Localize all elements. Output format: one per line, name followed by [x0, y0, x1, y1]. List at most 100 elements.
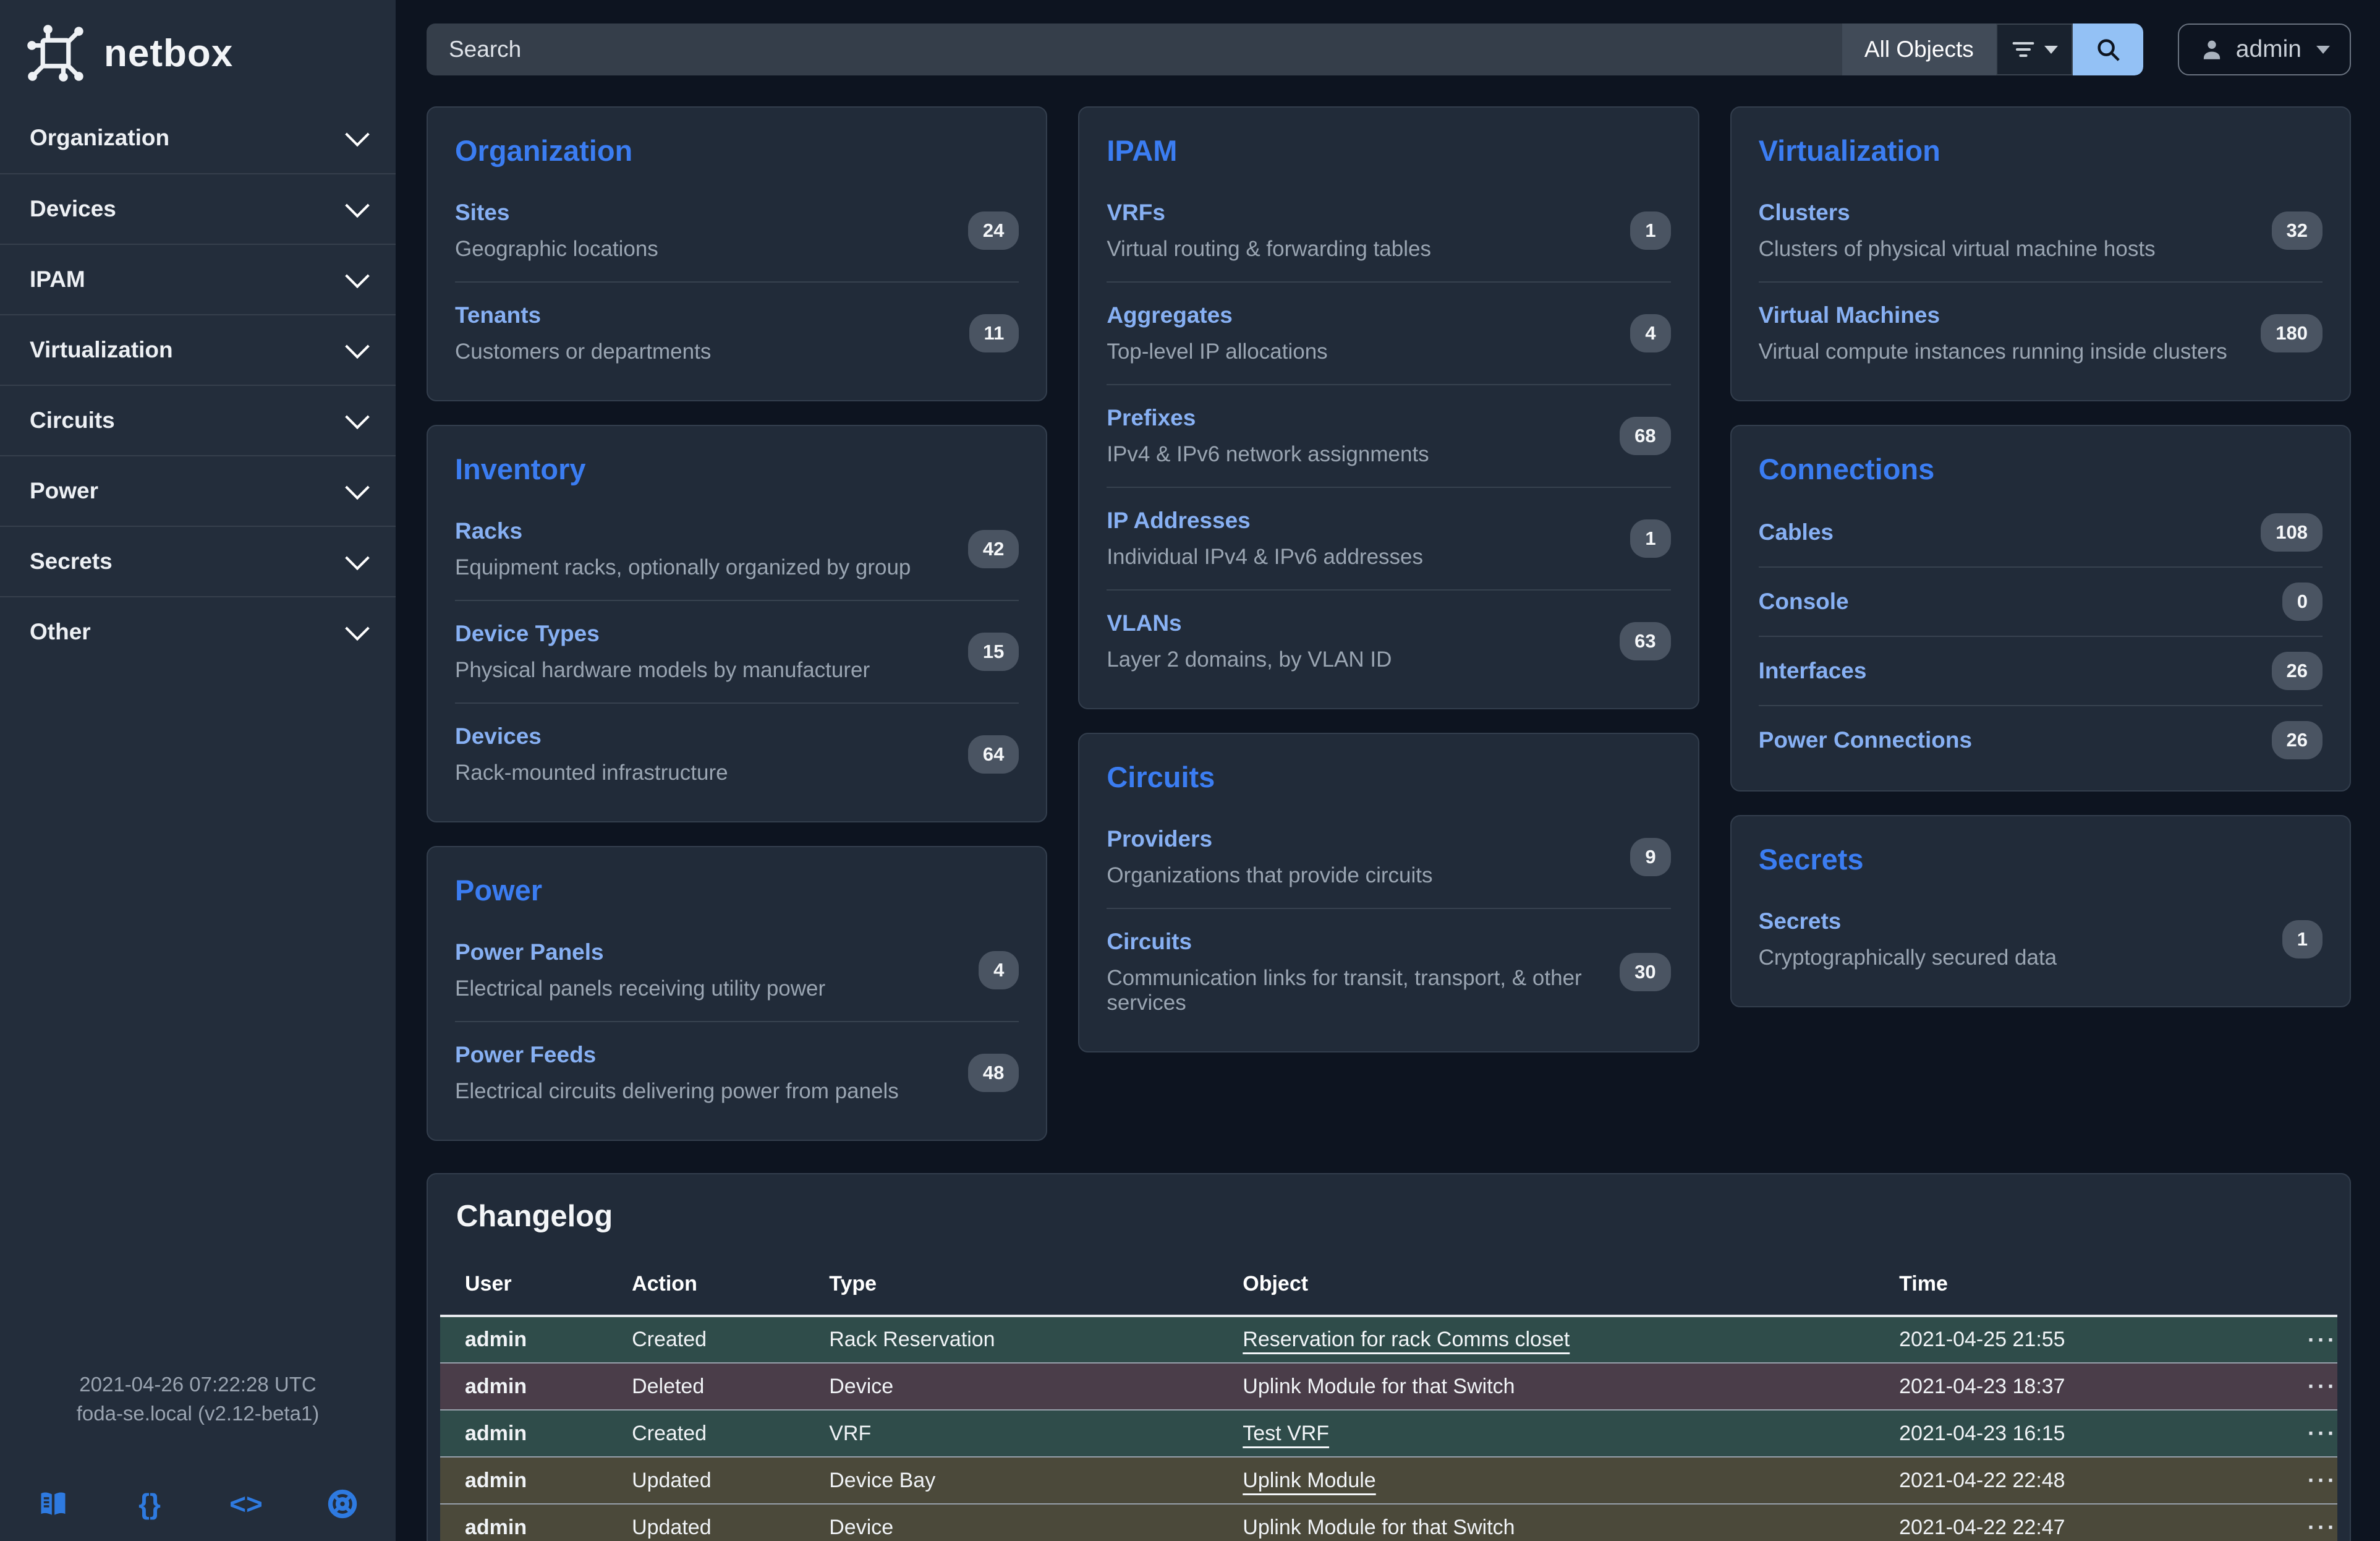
object-type-link[interactable]: Sites	[455, 200, 509, 226]
user-menu-button[interactable]: admin	[2178, 23, 2351, 75]
card-title: Inventory	[455, 452, 1019, 486]
changelog-object: Test VRF	[1218, 1410, 1874, 1457]
changelog-object: Reservation for rack Comms closet	[1218, 1316, 1874, 1363]
changelog-column-header: Object	[1218, 1263, 1874, 1316]
changelog-object-link[interactable]: Uplink Module	[1243, 1469, 1375, 1492]
row-context-menu-button[interactable]: ···	[2308, 1467, 2337, 1493]
card-item-tenants: TenantsCustomers or departments11	[455, 281, 1019, 384]
changelog-row: adminDeletedDeviceUplink Module for that…	[440, 1363, 2337, 1410]
row-context-menu-button[interactable]: ···	[2308, 1514, 2337, 1540]
object-type-link[interactable]: Device Types	[455, 621, 600, 647]
sidebar-item-virtualization[interactable]: Virtualization	[0, 314, 396, 385]
search-filter-button[interactable]	[1996, 23, 2073, 75]
object-type-link[interactable]: Racks	[455, 518, 522, 544]
changelog-header-row: UserActionTypeObjectTime	[440, 1263, 2337, 1316]
docs-book-icon[interactable]	[35, 1485, 72, 1522]
count-badge: 4	[979, 951, 1019, 989]
sidebar-item-label: Other	[30, 619, 91, 645]
footer-icons: {} <>	[25, 1485, 371, 1522]
changelog-object-link[interactable]: Reservation for rack Comms closet	[1243, 1328, 1570, 1351]
object-type-link[interactable]: Interfaces	[1759, 658, 1867, 684]
card-item-text: Power PanelsElectrical panels receiving …	[455, 939, 825, 1001]
object-type-link[interactable]: IP Addresses	[1107, 508, 1250, 534]
count-badge: 42	[968, 530, 1019, 568]
card-item-sites: SitesGeographic locations24	[455, 180, 1019, 281]
sidebar-item-devices[interactable]: Devices	[0, 173, 396, 244]
help-lifebuoy-icon[interactable]	[324, 1485, 361, 1522]
changelog-column-header	[2220, 1263, 2337, 1316]
sidebar-item-power[interactable]: Power	[0, 455, 396, 526]
changelog-type: Device	[804, 1504, 1218, 1541]
object-type-link[interactable]: Power Feeds	[455, 1042, 596, 1068]
row-context-menu-button[interactable]: ···	[2308, 1420, 2337, 1446]
object-type-link[interactable]: Providers	[1107, 826, 1212, 852]
changelog-user: admin	[440, 1457, 607, 1504]
object-type-link[interactable]: Power Panels	[455, 939, 604, 965]
changelog-column-header: Action	[607, 1263, 804, 1316]
card-title: Organization	[455, 134, 1019, 168]
card-power: PowerPower PanelsElectrical panels recei…	[427, 846, 1047, 1141]
object-type-link[interactable]: Aggregates	[1107, 302, 1233, 328]
count-badge: 11	[969, 314, 1019, 352]
card-inventory: Inventory Racks Equipment racks, optionall…	[427, 425, 1047, 822]
row-context-menu-button[interactable]: ···	[2308, 1327, 2337, 1352]
sidebar-item-other[interactable]: Other	[0, 596, 396, 667]
changelog-column-header: Time	[1874, 1263, 2220, 1316]
object-type-link[interactable]: Devices	[455, 724, 542, 749]
changelog-object: Uplink Module	[1218, 1457, 1874, 1504]
card-item-interfaces: Interfaces26	[1759, 636, 2323, 705]
object-type-link[interactable]: Tenants	[455, 302, 541, 328]
search-scope-selector[interactable]: All Objects	[1842, 23, 1996, 75]
sidebar: netbox OrganizationDevicesIPAMVirtualiza…	[0, 0, 396, 1541]
object-type-link[interactable]: Clusters	[1759, 200, 1850, 226]
card-title: Secrets	[1759, 842, 2323, 876]
card-item-text: ProvidersOrganizations that provide circ…	[1107, 826, 1432, 888]
changelog-object: Uplink Module for that Switch	[1218, 1504, 1874, 1541]
card-item-aggregates: AggregatesTop-level IP allocations4	[1107, 281, 1670, 384]
sidebar-item-organization[interactable]: Organization	[0, 103, 396, 173]
object-type-link[interactable]: Secrets	[1759, 908, 1842, 934]
card-item-vrfs: VRFsVirtual routing & forwarding tables1	[1107, 180, 1670, 281]
object-type-description: Electrical circuits delivering power fro…	[455, 1079, 899, 1104]
user-icon	[2199, 36, 2225, 62]
rest-api-braces-icon[interactable]: {}	[131, 1485, 168, 1522]
sidebar-item-circuits[interactable]: Circuits	[0, 385, 396, 455]
search-submit-button[interactable]	[2073, 23, 2143, 75]
object-type-description: Individual IPv4 & IPv6 addresses	[1107, 545, 1423, 570]
object-type-description: Equipment racks, optionally organized by…	[455, 555, 911, 580]
source-code-icon[interactable]: <>	[227, 1485, 265, 1522]
object-type-description: Rack-mounted infrastructure	[455, 761, 728, 785]
card-item-text: Racks Equipment racks, optionally organiz…	[455, 518, 911, 580]
search-input[interactable]	[427, 23, 1842, 75]
object-type-link[interactable]: Power Connections	[1759, 727, 1972, 753]
changelog-action: Updated	[607, 1457, 804, 1504]
dashboard-column-2: IPAM VRFsVirtual routing & forwarding tab…	[1078, 106, 1699, 1052]
changelog-object-link[interactable]: Test VRF	[1243, 1422, 1329, 1445]
changelog-actions-cell: ···	[2220, 1316, 2337, 1363]
card-item-text: ClustersClusters of physical virtual mac…	[1759, 200, 2156, 262]
count-badge: 15	[968, 633, 1019, 671]
card-item-providers: ProvidersOrganizations that provide circ…	[1107, 806, 1670, 908]
sidebar-spacer	[0, 667, 396, 1370]
count-badge: 30	[1620, 953, 1670, 991]
object-type-link[interactable]: VLANs	[1107, 610, 1181, 636]
sidebar-item-secrets[interactable]: Secrets	[0, 526, 396, 596]
object-type-link[interactable]: Prefixes	[1107, 405, 1196, 431]
row-context-menu-button[interactable]: ···	[2308, 1373, 2337, 1399]
object-type-link[interactable]: Console	[1759, 589, 1849, 615]
count-badge: 108	[2261, 513, 2323, 552]
search-bar: All Objects	[427, 23, 2143, 75]
object-type-link[interactable]: Circuits	[1107, 929, 1192, 955]
card-item-text: PrefixesIPv4 & IPv6 network assignments	[1107, 405, 1429, 467]
netbox-logo[interactable]: netbox	[0, 0, 396, 103]
card-title: IPAM	[1107, 134, 1670, 168]
changelog-action: Created	[607, 1410, 804, 1457]
object-type-link[interactable]: VRFs	[1107, 200, 1165, 226]
count-badge: 1	[1630, 211, 1670, 250]
sidebar-item-ipam[interactable]: IPAM	[0, 244, 396, 314]
count-badge: 63	[1620, 622, 1670, 660]
card-item-text: Console	[1759, 589, 1849, 615]
object-type-link[interactable]: Virtual Machines	[1759, 302, 1940, 328]
object-type-link[interactable]: Cables	[1759, 519, 1834, 545]
object-type-description: Physical hardware models by manufacturer	[455, 658, 870, 683]
